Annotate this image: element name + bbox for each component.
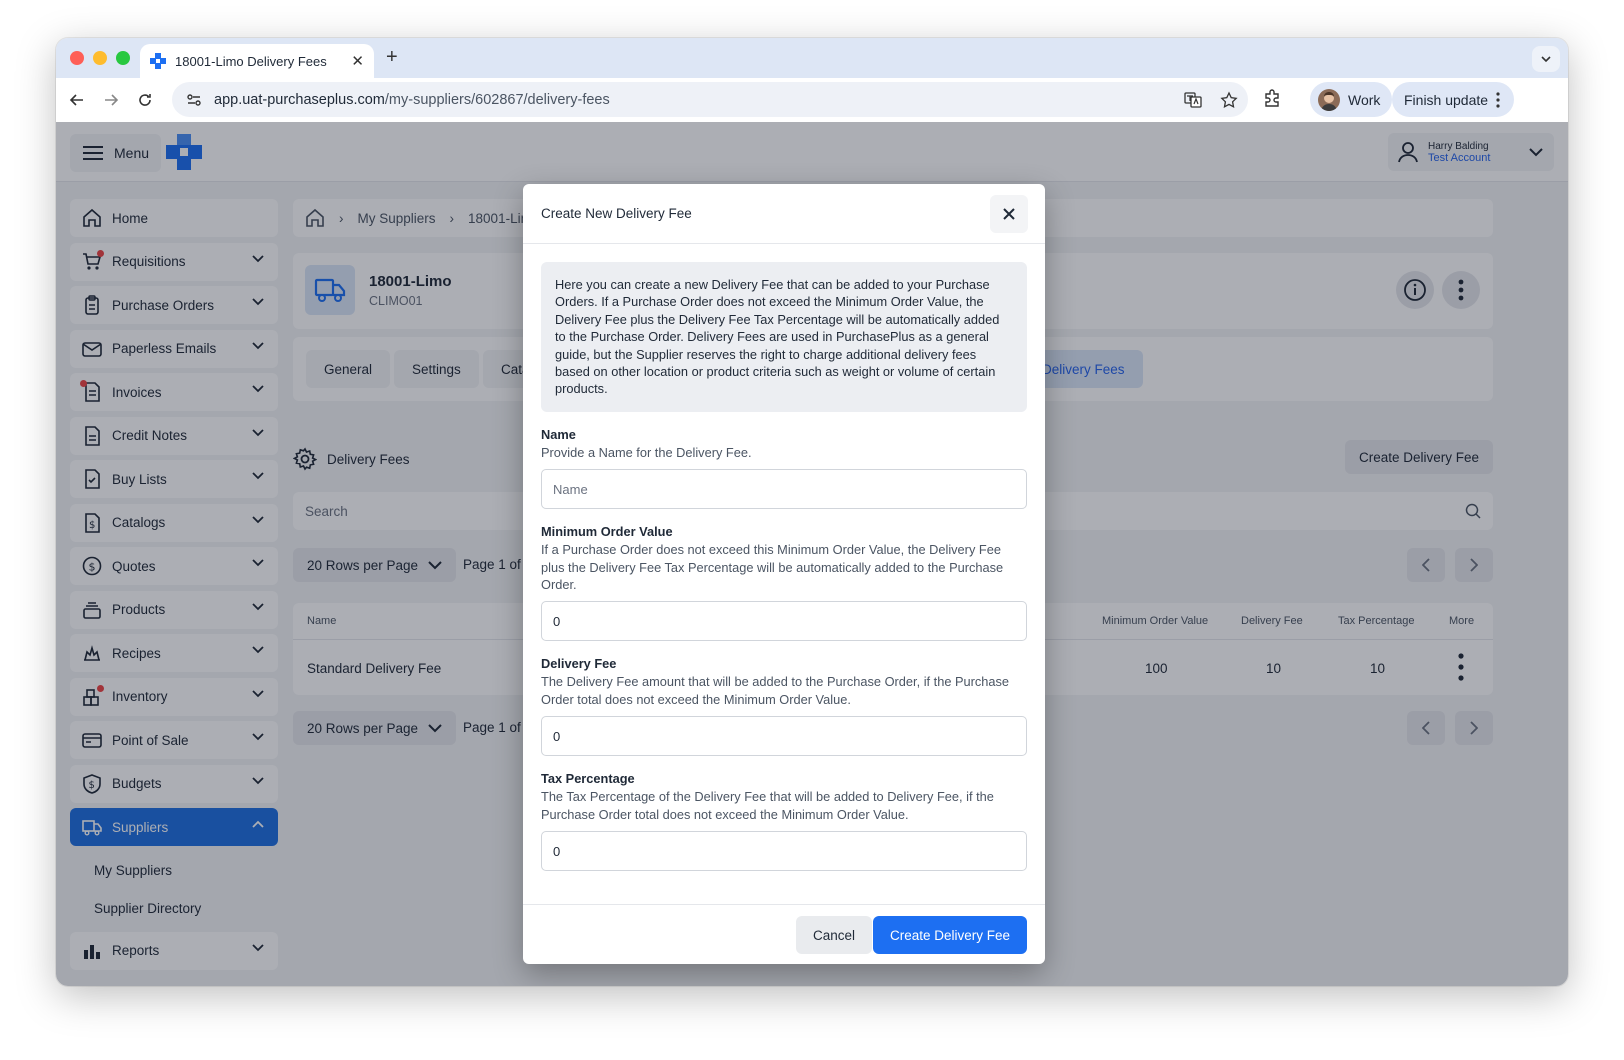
- extensions-puzzle-icon[interactable]: [1262, 88, 1282, 108]
- tab-title: 18001-Limo Delivery Fees: [175, 53, 327, 69]
- app-page: Menu Harry Balding Test Account Home Req…: [56, 122, 1568, 986]
- browser-toolbar: app.uat-purchaseplus.com/my-suppliers/60…: [56, 78, 1568, 122]
- reload-button[interactable]: [128, 84, 162, 116]
- create-delivery-fee-modal: Create New Delivery Fee Here you can cre…: [523, 184, 1045, 964]
- tax-percentage-help: The Tax Percentage of the Delivery Fee t…: [541, 789, 994, 822]
- info-message: Here you can create a new Delivery Fee t…: [541, 262, 1027, 412]
- maximize-window-button[interactable]: [116, 51, 130, 65]
- browser-tab[interactable]: 18001-Limo Delivery Fees ✕: [140, 44, 374, 78]
- minimize-window-button[interactable]: [93, 51, 107, 65]
- browser-tab-bar: 18001-Limo Delivery Fees ✕ +: [56, 38, 1568, 78]
- modal-header: Create New Delivery Fee: [523, 184, 1045, 244]
- close-window-button[interactable]: [70, 51, 84, 65]
- delivery-fee-input[interactable]: [541, 716, 1027, 757]
- profile-label: Work: [1348, 91, 1381, 108]
- cancel-button[interactable]: Cancel: [795, 916, 872, 954]
- url-host: app.uat-purchaseplus.com: [214, 91, 385, 108]
- modal-close-button[interactable]: [990, 195, 1028, 233]
- kebab-menu-icon: [1496, 91, 1500, 108]
- url-path: /my-suppliers/602867/delivery-fees: [384, 91, 610, 108]
- modal-title: Create New Delivery Fee: [541, 206, 692, 221]
- arrow-right-icon: [105, 94, 119, 106]
- name-input[interactable]: [541, 469, 1027, 510]
- delivery-fee-label: Delivery Fee: [541, 656, 617, 672]
- purchaseplus-favicon-icon: [150, 53, 166, 69]
- close-tab-icon[interactable]: ✕: [351, 52, 364, 70]
- name-label: Name: [541, 426, 576, 442]
- omnibox-actions: [1184, 82, 1238, 117]
- profile-button[interactable]: Work: [1310, 82, 1393, 117]
- back-button[interactable]: [60, 84, 94, 116]
- tax-percentage-input[interactable]: [541, 831, 1027, 872]
- arrow-left-icon: [69, 94, 83, 106]
- site-settings-icon: [187, 93, 201, 106]
- delivery-fee-help: The Delivery Fee amount that will be add…: [541, 674, 1010, 707]
- minimum-order-value-input[interactable]: [541, 601, 1027, 642]
- address-bar[interactable]: app.uat-purchaseplus.com/my-suppliers/60…: [172, 82, 1248, 117]
- create-delivery-fee-submit-button[interactable]: Create Delivery Fee: [872, 916, 1027, 954]
- browser-window: 18001-Limo Delivery Fees ✕ + app.uat-pur…: [56, 38, 1568, 986]
- translate-icon[interactable]: [1184, 91, 1202, 109]
- tab-search-button[interactable]: [1532, 46, 1560, 72]
- minimum-order-value-label: Minimum Order Value: [541, 524, 673, 540]
- modal-footer: Cancel Create Delivery Fee: [523, 904, 1045, 964]
- profile-avatar-icon: [1318, 88, 1340, 111]
- new-tab-icon[interactable]: +: [386, 46, 398, 69]
- reload-icon: [139, 94, 151, 106]
- minimum-order-value-help: If a Purchase Order does not exceed this…: [541, 542, 1004, 593]
- chevron-down-icon: [1541, 56, 1551, 63]
- modal-body: Here you can create a new Delivery Fee t…: [523, 244, 1045, 872]
- bookmark-star-icon[interactable]: [1220, 90, 1238, 109]
- forward-button[interactable]: [94, 84, 128, 116]
- finish-update-button[interactable]: Finish update: [1392, 82, 1515, 117]
- close-icon: [1003, 208, 1015, 220]
- tax-percentage-label: Tax Percentage: [541, 771, 635, 787]
- finish-update-label: Finish update: [1404, 91, 1489, 108]
- name-help: Provide a Name for the Delivery Fee.: [541, 444, 752, 460]
